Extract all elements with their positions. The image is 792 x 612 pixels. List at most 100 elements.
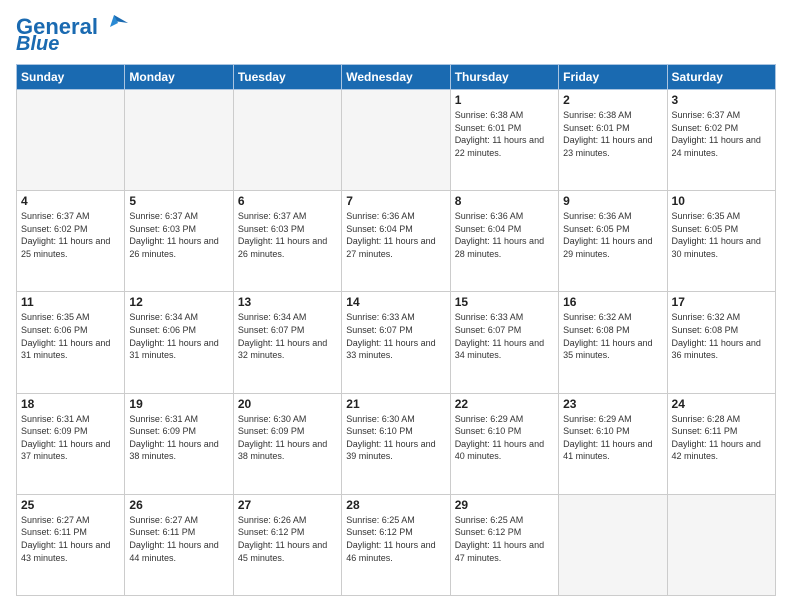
day-info: Sunrise: 6:28 AM Sunset: 6:11 PM Dayligh…	[672, 413, 771, 463]
day-number: 10	[672, 194, 771, 208]
logo: General Blue	[16, 16, 128, 54]
calendar-cell: 14 Sunrise: 6:33 AM Sunset: 6:07 PM Dayli…	[342, 292, 450, 393]
day-number: 14	[346, 295, 445, 309]
day-number: 12	[129, 295, 228, 309]
day-info: Sunrise: 6:33 AM Sunset: 6:07 PM Dayligh…	[455, 311, 554, 361]
calendar-cell: 26 Sunrise: 6:27 AM Sunset: 6:11 PM Dayli…	[125, 494, 233, 595]
week-row-4: 18 Sunrise: 6:31 AM Sunset: 6:09 PM Dayli…	[17, 393, 776, 494]
calendar-cell	[233, 90, 341, 191]
day-number: 18	[21, 397, 120, 411]
calendar-cell: 4Sunrise: 6:37 AM Sunset: 6:02 PM Daylig…	[17, 191, 125, 292]
day-number: 25	[21, 498, 120, 512]
day-number: 17	[672, 295, 771, 309]
day-number: 2	[563, 93, 662, 107]
calendar-cell: 12Sunrise: 6:34 AM Sunset: 6:06 PM Dayli…	[125, 292, 233, 393]
calendar-cell: 22 Sunrise: 6:29 AM Sunset: 6:10 PM Dayli…	[450, 393, 558, 494]
calendar-cell: 16 Sunrise: 6:32 AM Sunset: 6:08 PM Dayli…	[559, 292, 667, 393]
calendar-cell	[342, 90, 450, 191]
day-info: Sunrise: 6:30 AM Sunset: 6:09 PM Dayligh…	[238, 413, 337, 463]
calendar-cell: 29 Sunrise: 6:25 AM Sunset: 6:12 PM Dayli…	[450, 494, 558, 595]
day-info: Sunrise: 6:33 AM Sunset: 6:07 PM Dayligh…	[346, 311, 445, 361]
calendar-cell: 17 Sunrise: 6:32 AM Sunset: 6:08 PM Dayli…	[667, 292, 775, 393]
day-info: Sunrise: 6:29 AM Sunset: 6:10 PM Dayligh…	[563, 413, 662, 463]
day-info: Sunrise: 6:35 AM Sunset: 6:06 PM Dayligh…	[21, 311, 120, 361]
day-info: Sunrise: 6:27 AM Sunset: 6:11 PM Dayligh…	[21, 514, 120, 564]
calendar-cell	[559, 494, 667, 595]
calendar-cell: 1 Sunrise: 6:38 AM Sunset: 6:01 PM Daylig…	[450, 90, 558, 191]
day-info: Sunrise: 6:38 AM Sunset: 6:01 PM Dayligh…	[563, 109, 662, 159]
calendar-cell: 28 Sunrise: 6:25 AM Sunset: 6:12 PM Dayli…	[342, 494, 450, 595]
day-number: 5	[129, 194, 228, 208]
day-number: 9	[563, 194, 662, 208]
day-info: Sunrise: 6:37 AM Sunset: 6:02 PM Dayligh…	[21, 210, 120, 260]
calendar-cell: 9 Sunrise: 6:36 AM Sunset: 6:05 PM Daylig…	[559, 191, 667, 292]
calendar-cell: 13 Sunrise: 6:34 AM Sunset: 6:07 PM Dayli…	[233, 292, 341, 393]
day-number: 8	[455, 194, 554, 208]
day-info: Sunrise: 6:36 AM Sunset: 6:05 PM Dayligh…	[563, 210, 662, 260]
day-number: 21	[346, 397, 445, 411]
day-number: 15	[455, 295, 554, 309]
page: General Blue SundayMondayTuesdayWednesda…	[0, 0, 792, 612]
day-info: Sunrise: 6:31 AM Sunset: 6:09 PM Dayligh…	[21, 413, 120, 463]
calendar-cell: 25 Sunrise: 6:27 AM Sunset: 6:11 PM Dayli…	[17, 494, 125, 595]
day-number: 24	[672, 397, 771, 411]
header: General Blue	[16, 16, 776, 54]
day-number: 13	[238, 295, 337, 309]
calendar-table: SundayMondayTuesdayWednesdayThursdayFrid…	[16, 64, 776, 596]
day-info: Sunrise: 6:32 AM Sunset: 6:08 PM Dayligh…	[563, 311, 662, 361]
calendar-cell: 18 Sunrise: 6:31 AM Sunset: 6:09 PM Dayli…	[17, 393, 125, 494]
day-info: Sunrise: 6:36 AM Sunset: 6:04 PM Dayligh…	[455, 210, 554, 260]
day-info: Sunrise: 6:36 AM Sunset: 6:04 PM Dayligh…	[346, 210, 445, 260]
weekday-header-monday: Monday	[125, 65, 233, 90]
day-number: 1	[455, 93, 554, 107]
day-info: Sunrise: 6:34 AM Sunset: 6:07 PM Dayligh…	[238, 311, 337, 361]
logo-bird-icon	[100, 13, 128, 33]
day-number: 16	[563, 295, 662, 309]
weekday-header-saturday: Saturday	[667, 65, 775, 90]
weekday-header-thursday: Thursday	[450, 65, 558, 90]
day-number: 19	[129, 397, 228, 411]
week-row-2: 4Sunrise: 6:37 AM Sunset: 6:02 PM Daylig…	[17, 191, 776, 292]
day-info: Sunrise: 6:37 AM Sunset: 6:03 PM Dayligh…	[238, 210, 337, 260]
calendar-cell: 6 Sunrise: 6:37 AM Sunset: 6:03 PM Daylig…	[233, 191, 341, 292]
day-info: Sunrise: 6:25 AM Sunset: 6:12 PM Dayligh…	[455, 514, 554, 564]
calendar-cell: 20 Sunrise: 6:30 AM Sunset: 6:09 PM Dayli…	[233, 393, 341, 494]
calendar-cell: 10 Sunrise: 6:35 AM Sunset: 6:05 PM Dayli…	[667, 191, 775, 292]
calendar-cell: 5Sunrise: 6:37 AM Sunset: 6:03 PM Daylig…	[125, 191, 233, 292]
day-number: 26	[129, 498, 228, 512]
weekday-header-sunday: Sunday	[17, 65, 125, 90]
week-row-1: 1 Sunrise: 6:38 AM Sunset: 6:01 PM Daylig…	[17, 90, 776, 191]
calendar-cell: 19 Sunrise: 6:31 AM Sunset: 6:09 PM Dayli…	[125, 393, 233, 494]
day-info: Sunrise: 6:27 AM Sunset: 6:11 PM Dayligh…	[129, 514, 228, 564]
day-info: Sunrise: 6:37 AM Sunset: 6:02 PM Dayligh…	[672, 109, 771, 159]
weekday-header-wednesday: Wednesday	[342, 65, 450, 90]
calendar-cell: 7 Sunrise: 6:36 AM Sunset: 6:04 PM Daylig…	[342, 191, 450, 292]
day-info: Sunrise: 6:31 AM Sunset: 6:09 PM Dayligh…	[129, 413, 228, 463]
day-info: Sunrise: 6:35 AM Sunset: 6:05 PM Dayligh…	[672, 210, 771, 260]
day-number: 3	[672, 93, 771, 107]
day-number: 22	[455, 397, 554, 411]
day-number: 6	[238, 194, 337, 208]
day-number: 7	[346, 194, 445, 208]
calendar-cell: 23Sunrise: 6:29 AM Sunset: 6:10 PM Dayli…	[559, 393, 667, 494]
day-number: 29	[455, 498, 554, 512]
day-number: 27	[238, 498, 337, 512]
day-info: Sunrise: 6:38 AM Sunset: 6:01 PM Dayligh…	[455, 109, 554, 159]
calendar-cell: 21Sunrise: 6:30 AM Sunset: 6:10 PM Dayli…	[342, 393, 450, 494]
calendar-cell: 8 Sunrise: 6:36 AM Sunset: 6:04 PM Daylig…	[450, 191, 558, 292]
calendar-cell: 3 Sunrise: 6:37 AM Sunset: 6:02 PM Daylig…	[667, 90, 775, 191]
day-info: Sunrise: 6:29 AM Sunset: 6:10 PM Dayligh…	[455, 413, 554, 463]
day-info: Sunrise: 6:32 AM Sunset: 6:08 PM Dayligh…	[672, 311, 771, 361]
calendar-cell: 15 Sunrise: 6:33 AM Sunset: 6:07 PM Dayli…	[450, 292, 558, 393]
calendar-cell: 24 Sunrise: 6:28 AM Sunset: 6:11 PM Dayli…	[667, 393, 775, 494]
week-row-5: 25 Sunrise: 6:27 AM Sunset: 6:11 PM Dayli…	[17, 494, 776, 595]
day-info: Sunrise: 6:26 AM Sunset: 6:12 PM Dayligh…	[238, 514, 337, 564]
calendar-cell	[125, 90, 233, 191]
week-row-3: 11Sunrise: 6:35 AM Sunset: 6:06 PM Dayli…	[17, 292, 776, 393]
weekday-header-row: SundayMondayTuesdayWednesdayThursdayFrid…	[17, 65, 776, 90]
day-number: 28	[346, 498, 445, 512]
calendar-cell: 27 Sunrise: 6:26 AM Sunset: 6:12 PM Dayli…	[233, 494, 341, 595]
day-info: Sunrise: 6:25 AM Sunset: 6:12 PM Dayligh…	[346, 514, 445, 564]
logo-blue-text: Blue	[16, 34, 59, 54]
day-number: 20	[238, 397, 337, 411]
